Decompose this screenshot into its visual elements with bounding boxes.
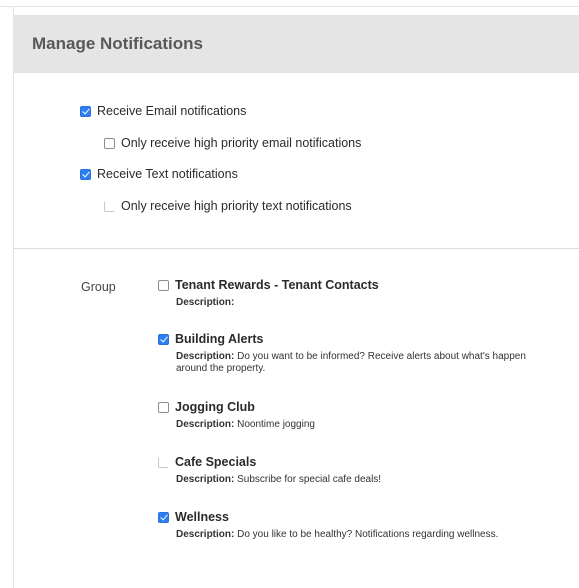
- pref-text[interactable]: Receive Text notifications: [80, 167, 238, 181]
- building-alerts-checkbox[interactable]: [158, 333, 169, 345]
- description-text: Do you want to be informed? Receive aler…: [237, 351, 526, 362]
- email-high-priority-checkbox[interactable]: [104, 137, 115, 149]
- notifications-page: Manage Notifications Receive Email notif…: [0, 0, 579, 588]
- text-checkbox[interactable]: [80, 168, 91, 180]
- group-item-jogging-club: Jogging Club Description: Noontime joggi…: [158, 399, 579, 431]
- pref-email[interactable]: Receive Email notifications: [80, 104, 246, 118]
- left-border: [13, 6, 14, 588]
- section-divider: [14, 248, 579, 249]
- tenant-rewards-checkbox[interactable]: [158, 279, 169, 291]
- group-label: Group: [81, 280, 116, 294]
- description-label: Description:: [176, 529, 235, 540]
- pref-email-high-priority[interactable]: Only receive high priority email notific…: [104, 136, 361, 150]
- group-description: Description: Subscribe for special cafe …: [176, 474, 579, 486]
- page-title: Manage Notifications: [32, 34, 203, 53]
- group-description: Description: Noontime jogging: [176, 419, 579, 431]
- group-item-header[interactable]: Cafe Specials: [158, 454, 579, 470]
- group-item-header[interactable]: Tenant Rewards - Tenant Contacts: [158, 277, 579, 293]
- text-high-priority-label: Only receive high priority text notifica…: [121, 199, 352, 213]
- group-item-building-alerts: Building Alerts Description: Do you want…: [158, 331, 579, 375]
- group-name: Jogging Club: [175, 400, 255, 414]
- description-label: Description:: [176, 419, 235, 430]
- text-label: Receive Text notifications: [97, 167, 238, 181]
- description-text: Noontime jogging: [237, 419, 315, 430]
- group-name: Building Alerts: [175, 332, 264, 346]
- group-description: Description: Do you want to be informed?…: [176, 351, 579, 375]
- group-description: Description: Do you like to be healthy? …: [176, 529, 579, 541]
- description-label: Description:: [176, 297, 235, 308]
- description-label: Description:: [176, 474, 235, 485]
- text-high-priority-checkbox[interactable]: [104, 200, 115, 212]
- description-text-continued: around the property.: [176, 363, 266, 374]
- group-item-header[interactable]: Jogging Club: [158, 399, 579, 415]
- top-border: [0, 6, 579, 7]
- description-label: Description:: [176, 351, 235, 362]
- email-label: Receive Email notifications: [97, 104, 247, 118]
- group-item-header[interactable]: Wellness: [158, 509, 579, 525]
- group-name: Tenant Rewards - Tenant Contacts: [175, 278, 379, 292]
- panel-header: Manage Notifications: [14, 15, 579, 73]
- group-name: Wellness: [175, 510, 229, 524]
- group-name: Cafe Specials: [175, 455, 257, 469]
- pref-text-high-priority[interactable]: Only receive high priority text notifica…: [104, 199, 352, 213]
- group-description: Description:: [176, 297, 579, 309]
- group-item-tenant-rewards: Tenant Rewards - Tenant Contacts Descrip…: [158, 277, 579, 309]
- group-item-wellness: Wellness Description: Do you like to be …: [158, 509, 579, 541]
- group-item-cafe-specials: Cafe Specials Description: Subscribe for…: [158, 454, 579, 486]
- wellness-checkbox[interactable]: [158, 511, 169, 523]
- cafe-specials-checkbox[interactable]: [158, 456, 169, 468]
- group-item-header[interactable]: Building Alerts: [158, 331, 579, 347]
- description-text: Do you like to be healthy? Notifications…: [237, 529, 499, 540]
- jogging-club-checkbox[interactable]: [158, 401, 169, 413]
- email-high-priority-label: Only receive high priority email notific…: [121, 136, 362, 150]
- email-checkbox[interactable]: [80, 105, 91, 117]
- description-text: Subscribe for special cafe deals!: [237, 474, 382, 485]
